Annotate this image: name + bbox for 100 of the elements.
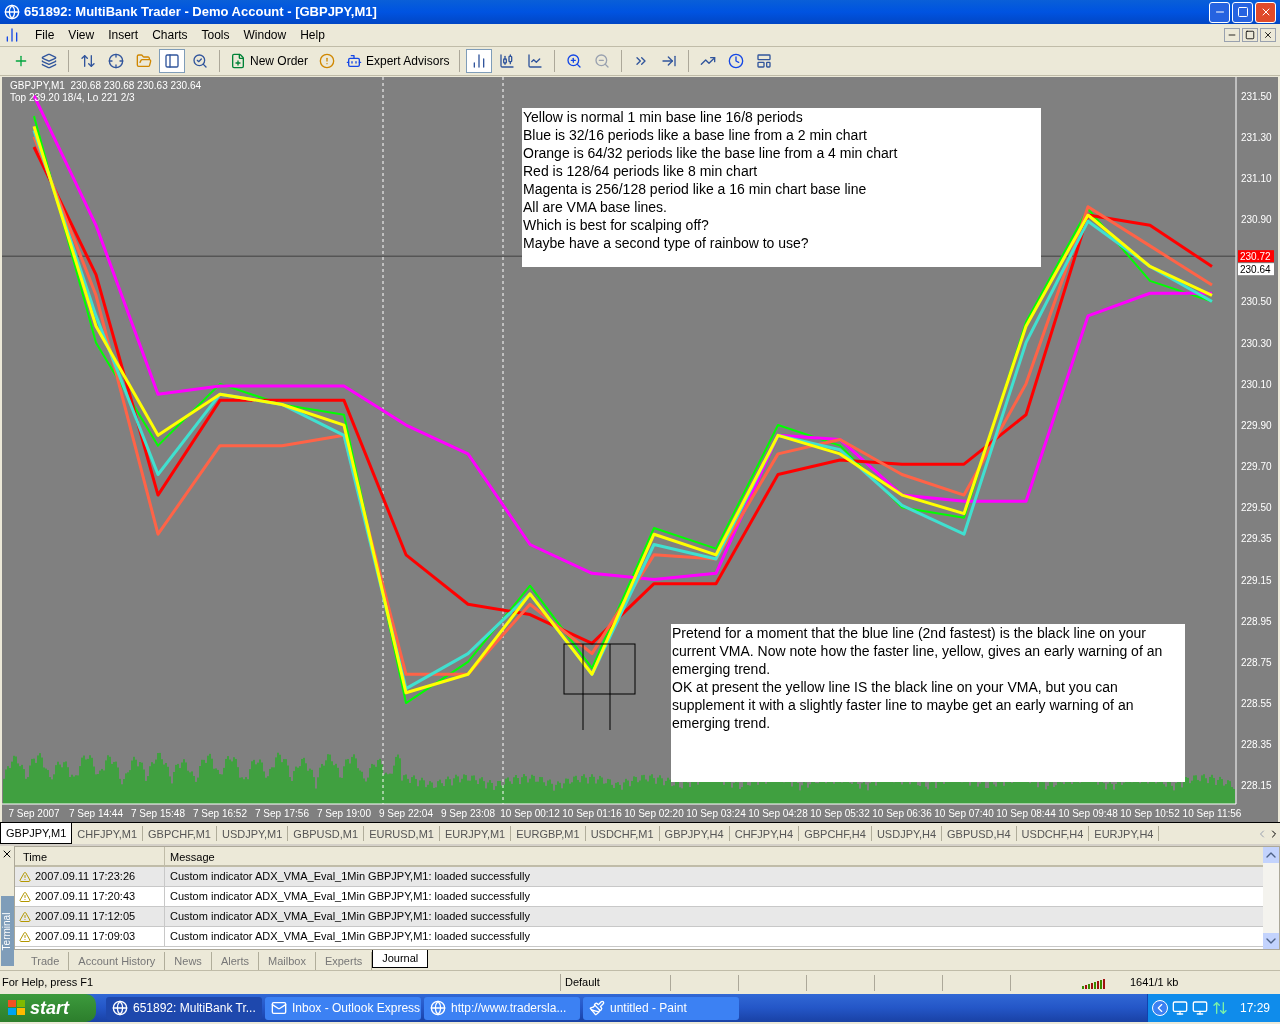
price-axis-label: 228.15: [1241, 780, 1272, 792]
note-text: Red is 128/64 periods like 8 min chart: [523, 162, 759, 180]
time-axis-label: 10 Sep 05:32: [810, 808, 870, 819]
chart-tab[interactable]: USDCHF,H4: [1016, 826, 1090, 841]
message-cell-text: Custom indicator ADX_VMA_Eval_1Min GBPJPY,M1: loaded successfully: [169, 909, 531, 925]
toolbar-button[interactable]: Expert Advisors: [342, 49, 454, 73]
transfer-arrows-icon[interactable]: [1211, 1000, 1228, 1016]
chart-tab[interactable]: USDCHF,M1: [585, 826, 660, 841]
warning-icon: [19, 870, 31, 883]
chart-tab[interactable]: EURGBP,M1: [511, 826, 586, 841]
price-axis-label: 230.10: [1241, 378, 1272, 390]
menu-item[interactable]: File: [28, 26, 62, 44]
maximize-button[interactable]: [1232, 1, 1253, 23]
clock-icon: [728, 53, 745, 69]
scroll-up-icon[interactable]: [1263, 847, 1279, 863]
price-axis-label: 229.15: [1241, 574, 1272, 586]
exclamation-icon: [319, 53, 335, 69]
clock: 17:29: [1239, 1000, 1270, 1017]
menu-item[interactable]: Help: [293, 26, 332, 44]
app-globe-icon: [4, 4, 20, 20]
child-close-button[interactable]: [1260, 28, 1276, 42]
chart-tab[interactable]: GBPUSD,M1: [288, 826, 365, 841]
column-header[interactable]: Time: [15, 847, 165, 865]
chart-tab[interactable]: GBPUSD,H4: [942, 826, 1017, 841]
toolbar-button[interactable]: [159, 49, 185, 73]
minimize-button[interactable]: [1209, 1, 1230, 23]
maximize-icon: [1236, 6, 1249, 18]
panel-icon: [164, 53, 180, 69]
time-axis-label: 9 Sep 23:08: [441, 808, 495, 819]
layers-icon: [41, 53, 57, 69]
terminal-tab[interactable]: Journal: [372, 950, 429, 968]
menu-item[interactable]: View: [61, 26, 102, 44]
chart-tab[interactable]: GBPJPY,M1: [0, 823, 73, 844]
zoom-in-icon: [566, 53, 583, 69]
column-header[interactable]: Message: [165, 847, 1263, 865]
price-axis-label: 230.50: [1241, 296, 1272, 308]
scrollbar[interactable]: [1263, 847, 1279, 949]
network-icon[interactable]: [1171, 1000, 1188, 1016]
chart-tab[interactable]: EURJPY,H4: [1089, 826, 1160, 841]
price-axis-label: 230.30: [1241, 337, 1272, 349]
toolbar-button[interactable]: New Order: [226, 49, 312, 73]
time-axis-label: 9 Sep 22:04: [379, 808, 433, 819]
warning-icon: [19, 910, 31, 923]
child-minimize-button[interactable]: [1224, 28, 1240, 42]
time-axis-label: 7 Sep 16:52: [193, 808, 247, 819]
note-text: Maybe have a second type of rainbow to use?: [523, 234, 810, 252]
chart-tab[interactable]: GBPJPY,H4: [659, 826, 730, 841]
time-axis-label: 10 Sep 07:40: [934, 808, 994, 819]
start-button[interactable]: start: [0, 994, 96, 1022]
menu-item[interactable]: Window: [236, 26, 294, 44]
chart-tab[interactable]: USDJPY,H4: [871, 826, 943, 841]
chart-tab[interactable]: EURUSD,M1: [364, 826, 440, 841]
close-button[interactable]: [1255, 1, 1276, 23]
menu-item[interactable]: Insert: [101, 26, 146, 44]
terminal-label: Terminal: [0, 896, 14, 966]
price-axis-label: 228.35: [1241, 739, 1272, 751]
taskbar-button[interactable]: http://www.tradersla...: [424, 996, 580, 1020]
price-axis-label: 228.95: [1241, 615, 1272, 627]
globe-icon: [112, 1000, 128, 1016]
chart-tab[interactable]: GBPCHF,M1: [143, 826, 217, 841]
chart-tab[interactable]: EURJPY,M1: [439, 826, 512, 841]
menu-item[interactable]: Charts: [145, 26, 195, 44]
price-axis-label: 229.50: [1241, 502, 1272, 514]
note-text: Orange is 64/32 periods like the base line from a 4 min chart: [523, 144, 899, 162]
warning-icon: [19, 930, 31, 943]
chart-tab[interactable]: GBPCHF,H4: [799, 826, 872, 841]
message-cell-text: Custom indicator ADX_VMA_Eval_1Min GBPJPY,M1: loaded successfully: [169, 869, 531, 885]
arrows-icon: [80, 53, 96, 69]
time-axis-label: 10 Sep 04:28: [748, 808, 808, 819]
robot-icon: [346, 53, 362, 69]
paintbrush-icon: [589, 1000, 605, 1016]
note-text: OK at present the yellow line IS the black line on your VMA, but you can supplement it with a slightly faster line to maybe get an early warning of an emerging trend.: [672, 678, 1135, 732]
restore-icon: [1245, 30, 1255, 40]
network-icon[interactable]: [1191, 1000, 1208, 1016]
folder-icon: [136, 53, 152, 69]
time-axis-label: 10 Sep 03:24: [686, 808, 746, 819]
close-icon[interactable]: [1, 848, 13, 860]
scroll-down-icon[interactable]: [1263, 933, 1279, 949]
note-text: Pretend for a moment that the blue line (2nd fastest) is the black line on your current VMA. Now note how the faster line, yellow, gives an early warning of an emerging trend.: [672, 624, 1164, 678]
bid-price-tag: 230.64: [1238, 263, 1274, 276]
taskbar-button[interactable]: Inbox - Outlook Express: [265, 996, 421, 1020]
time-axis-label: 10 Sep 02:20: [624, 808, 684, 819]
time-axis-label: 7 Sep 2007: [8, 808, 60, 819]
chart-tab[interactable]: CHFJPY,M1: [72, 826, 144, 841]
menu-item[interactable]: Tools: [194, 26, 237, 44]
time-cell-text: 2007.09.11 17:20:43: [35, 889, 136, 905]
chart-tab[interactable]: USDJPY,M1: [217, 826, 289, 841]
chart-tab[interactable]: CHFJPY,H4: [729, 826, 800, 841]
price-axis-label: 228.75: [1241, 656, 1272, 668]
traffic-text: 1641/1 kb: [1130, 975, 1179, 991]
template-icon: [756, 53, 773, 69]
tray-expand-icon[interactable]: [1151, 1000, 1168, 1016]
taskbar-button[interactable]: untitled - Paint: [583, 996, 739, 1020]
child-restore-button[interactable]: [1242, 28, 1258, 42]
toolbar-button[interactable]: [466, 49, 493, 73]
message-cell-text: Custom indicator ADX_VMA_Eval_1Min GBPJPY,M1: loaded successfully: [169, 929, 531, 945]
status-help-text: For Help, press F1: [1, 975, 95, 991]
taskbar-button[interactable]: 651892: MultiBank Tr...: [106, 996, 262, 1020]
mail-icon: [271, 1000, 287, 1016]
close-icon: [1263, 30, 1273, 40]
